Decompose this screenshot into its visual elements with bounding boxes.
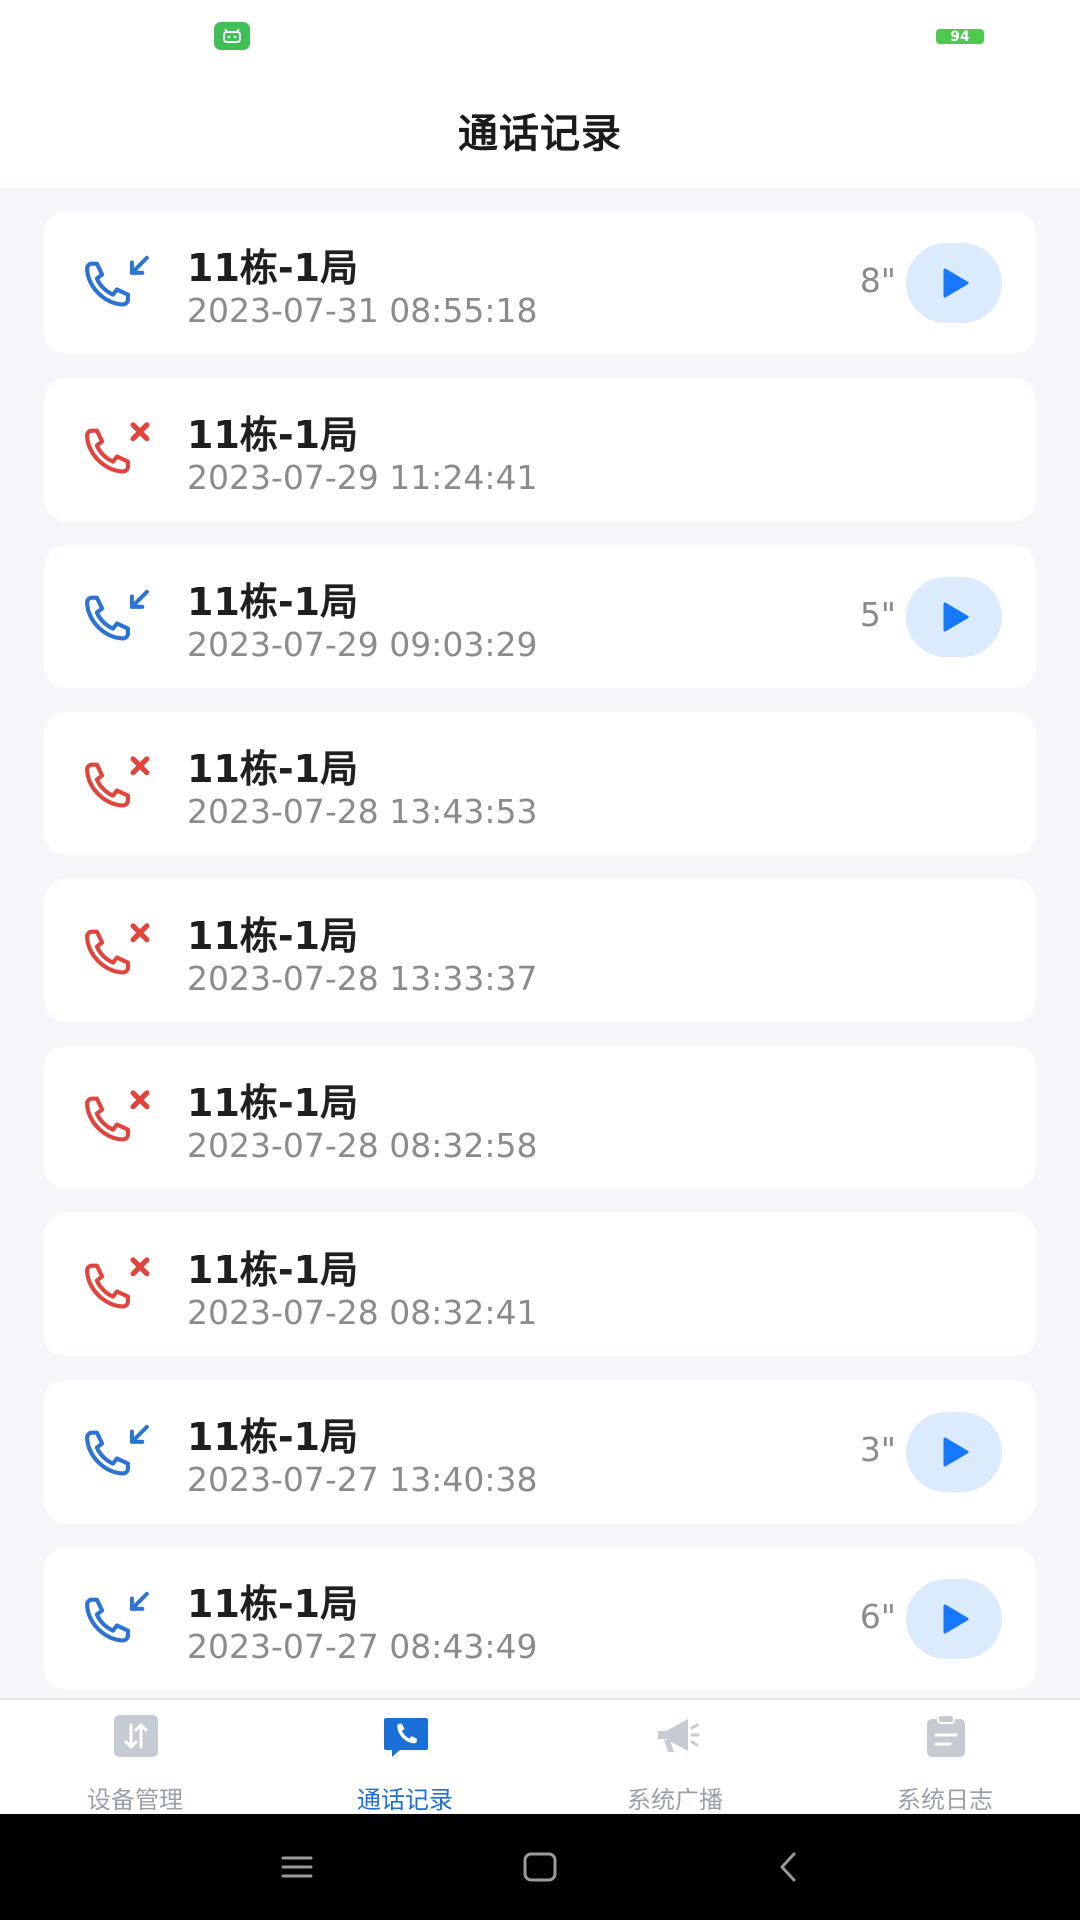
device-management-icon xyxy=(112,1714,160,1758)
page-title: 通话记录 xyxy=(458,110,622,157)
battery-indicator: 94 xyxy=(936,29,984,44)
call-record-list[interactable]: 11栋-1局 2023-07-31 08:55:18 8" 11栋-1局 2023-07… xyxy=(44,211,1036,1714)
call-record-card[interactable]: 11栋-1局 2023-07-29 11:24:41 xyxy=(44,378,1036,521)
call-timestamp: 2023-07-27 08:43:49 xyxy=(187,1627,538,1666)
header: 通话记录 xyxy=(0,72,1080,187)
app-notification-icon xyxy=(214,22,250,50)
call-duration: 3" xyxy=(859,1430,896,1469)
call-record-card[interactable]: 11栋-1局 2023-07-27 08:43:49 6" xyxy=(44,1547,1036,1690)
call-record-card[interactable]: 11栋-1局 2023-07-28 13:33:37 xyxy=(44,879,1036,1022)
caller-name: 11栋-1局 xyxy=(187,914,359,958)
incoming-call-icon xyxy=(80,1587,154,1649)
caller-name: 11栋-1局 xyxy=(187,413,359,457)
bottom-tab-bar: 设备管理 通话记录 系统广播 系统日志 xyxy=(0,1698,1080,1816)
call-duration: 8" xyxy=(859,261,896,300)
caller-name: 11栋-1局 xyxy=(187,747,359,791)
call-timestamp: 2023-07-27 13:40:38 xyxy=(187,1460,538,1499)
call-timestamp: 2023-07-31 08:55:18 xyxy=(187,291,538,330)
clipboard-icon xyxy=(922,1714,970,1758)
play-icon xyxy=(943,602,969,632)
incoming-call-icon xyxy=(80,585,154,647)
tab-label: 系统广播 xyxy=(627,1786,723,1814)
phone-chat-icon xyxy=(382,1714,430,1758)
call-record-card[interactable]: 11栋-1局 2023-07-28 13:43:53 xyxy=(44,712,1036,855)
missed-call-icon xyxy=(80,418,154,480)
play-recording-button[interactable] xyxy=(906,243,1002,323)
caller-name: 11栋-1局 xyxy=(187,1248,359,1292)
missed-call-icon xyxy=(80,1086,154,1148)
tab-label: 设备管理 xyxy=(87,1786,183,1814)
tab-call-records[interactable]: 通话记录 xyxy=(270,1700,540,1816)
call-record-card[interactable]: 11栋-1局 2023-07-29 09:03:29 5" xyxy=(44,545,1036,688)
caller-name: 11栋-1局 xyxy=(187,1582,359,1626)
call-record-card[interactable]: 11栋-1局 2023-07-27 13:40:38 3" xyxy=(44,1380,1036,1523)
play-recording-button[interactable] xyxy=(906,577,1002,657)
call-timestamp: 2023-07-28 08:32:41 xyxy=(187,1293,538,1332)
play-icon xyxy=(943,1604,969,1634)
tab-system-log[interactable]: 系统日志 xyxy=(810,1700,1080,1816)
play-icon xyxy=(943,268,969,298)
call-record-card[interactable]: 11栋-1局 2023-07-31 08:55:18 8" xyxy=(44,211,1036,354)
home-icon[interactable] xyxy=(510,1844,570,1890)
caller-name: 11栋-1局 xyxy=(187,246,359,290)
system-navigation-bar xyxy=(0,1814,1080,1920)
play-recording-button[interactable] xyxy=(906,1412,1002,1492)
incoming-call-icon xyxy=(80,251,154,313)
call-timestamp: 2023-07-28 08:32:58 xyxy=(187,1126,538,1165)
call-timestamp: 2023-07-28 13:33:37 xyxy=(187,959,538,998)
call-timestamp: 2023-07-29 09:03:29 xyxy=(187,625,538,664)
caller-name: 11栋-1局 xyxy=(187,1081,359,1125)
back-icon[interactable] xyxy=(758,1844,818,1890)
play-recording-button[interactable] xyxy=(906,1579,1002,1659)
status-bar: 94 xyxy=(0,0,1080,72)
tab-system-broadcast[interactable]: 系统广播 xyxy=(540,1700,810,1816)
tab-label: 系统日志 xyxy=(897,1786,993,1814)
tab-label: 通话记录 xyxy=(357,1786,453,1814)
missed-call-icon xyxy=(80,752,154,814)
play-icon xyxy=(943,1437,969,1467)
incoming-call-icon xyxy=(80,1420,154,1482)
missed-call-icon xyxy=(80,919,154,981)
call-duration: 6" xyxy=(859,1597,896,1636)
call-timestamp: 2023-07-28 13:43:53 xyxy=(187,792,538,831)
missed-call-icon xyxy=(80,1253,154,1315)
caller-name: 11栋-1局 xyxy=(187,580,359,624)
megaphone-icon xyxy=(652,1714,700,1758)
call-record-card[interactable]: 11栋-1局 2023-07-28 08:32:41 xyxy=(44,1213,1036,1356)
call-duration: 5" xyxy=(859,595,896,634)
call-record-card[interactable]: 11栋-1局 2023-07-28 08:32:58 xyxy=(44,1046,1036,1189)
menu-icon[interactable] xyxy=(267,1844,327,1890)
call-timestamp: 2023-07-29 11:24:41 xyxy=(187,458,538,497)
caller-name: 11栋-1局 xyxy=(187,1415,359,1459)
tab-device-management[interactable]: 设备管理 xyxy=(0,1700,270,1816)
